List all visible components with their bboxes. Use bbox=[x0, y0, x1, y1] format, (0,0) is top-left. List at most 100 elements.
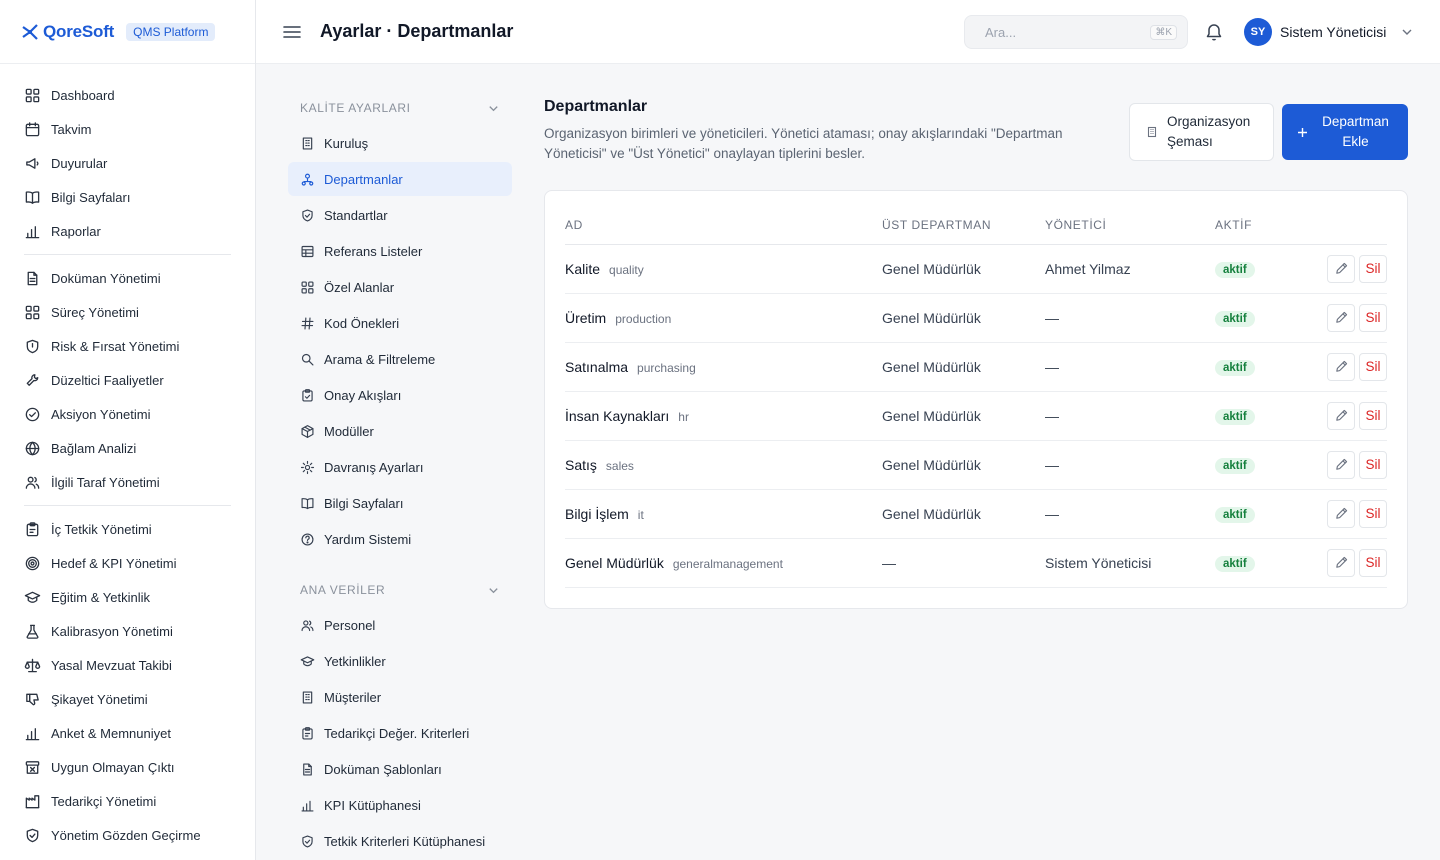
subnav-item-bilgi-sayfalari[interactable]: Bilgi Sayfaları bbox=[288, 486, 512, 520]
table-row[interactable]: Satış sales Genel Müdürlük — aktif Sil bbox=[565, 440, 1387, 490]
cell-parent: Genel Müdürlük bbox=[882, 489, 1045, 539]
sidebar-item-anket-memnuniyet[interactable]: Anket & Memnuniyet bbox=[0, 716, 255, 750]
sidebar-item-yonetim-gozden-gecirme[interactable]: Yönetim Gözden Geçirme bbox=[0, 818, 255, 852]
subnav-item-kod-onekleri[interactable]: Kod Önekleri bbox=[288, 306, 512, 340]
cell-actions: Sil bbox=[1307, 244, 1387, 294]
subnav-item-tetkik-kriterleri-kutuphanesi[interactable]: Tetkik Kriterleri Kütüphanesi bbox=[288, 824, 512, 858]
table-row[interactable]: Genel Müdürlük generalmanagement — Sistem Y… bbox=[565, 538, 1387, 588]
department-name[interactable]: Satınalma bbox=[565, 359, 628, 375]
subnav-item-referans-listeler[interactable]: Referans Listeler bbox=[288, 234, 512, 268]
subnav-item-onay-akislari[interactable]: Onay Akışları bbox=[288, 378, 512, 412]
column-header-parent[interactable]: ÜST DEPARTMAN bbox=[882, 207, 1045, 245]
department-name[interactable]: Bilgi İşlem bbox=[565, 506, 629, 522]
bell-icon[interactable] bbox=[1204, 22, 1224, 42]
sidebar-item-bilgi-sayfalari[interactable]: Bilgi Sayfaları bbox=[0, 180, 255, 214]
sidebar-item-aksiyon-yonetimi[interactable]: Aksiyon Yönetimi bbox=[0, 397, 255, 431]
sidebar-item-duzeltici-faaliyetler[interactable]: Düzeltici Faaliyetler bbox=[0, 363, 255, 397]
table-row[interactable]: İnsan Kaynakları hr Genel Müdürlük — aktif Si… bbox=[565, 391, 1387, 441]
department-name[interactable]: İnsan Kaynakları bbox=[565, 408, 669, 424]
delete-button[interactable]: Sil bbox=[1359, 499, 1387, 528]
document-icon bbox=[24, 270, 41, 287]
clipboard-check-icon bbox=[300, 388, 315, 403]
subnav-item-yardim-sistemi[interactable]: Yardım Sistemi bbox=[288, 522, 512, 556]
status-badge: aktif bbox=[1215, 408, 1255, 425]
subnav-item-dokuman-sablonlari[interactable]: Doküman Şablonları bbox=[288, 752, 512, 786]
subnav-item-moduller[interactable]: Modüller bbox=[288, 414, 512, 448]
delete-button[interactable]: Sil bbox=[1359, 254, 1387, 283]
org-chart-button-label: Organizasyon Şeması bbox=[1167, 114, 1251, 149]
cell-active: aktif bbox=[1215, 538, 1307, 588]
pencil-icon bbox=[1334, 310, 1349, 325]
subnav-item-yetkinlikler[interactable]: Yetkinlikler bbox=[288, 644, 512, 678]
search-input[interactable] bbox=[985, 24, 1135, 40]
delete-button[interactable]: Sil bbox=[1359, 450, 1387, 479]
delete-button[interactable]: Sil bbox=[1359, 303, 1387, 332]
subnav-item-ozel-alanlar[interactable]: Özel Alanlar bbox=[288, 270, 512, 304]
cell-manager: Ahmet Yilmaz bbox=[1045, 244, 1215, 294]
sidebar-item-yasal-mevzuat-takibi[interactable]: Yasal Mevzuat Takibi bbox=[0, 648, 255, 682]
table-row[interactable]: Üretim production Genel Müdürlük — aktif Sil bbox=[565, 293, 1387, 343]
sidebar-item-uygun-olmayan-cikti[interactable]: Uygun Olmayan Çıktı bbox=[0, 750, 255, 784]
add-department-button[interactable]: Departman Ekle bbox=[1282, 104, 1408, 160]
brand-logo[interactable]: QoreSoft bbox=[20, 22, 114, 42]
delete-button[interactable]: Sil bbox=[1359, 401, 1387, 430]
sidebar-item-duyurular[interactable]: Duyurular bbox=[0, 146, 255, 180]
subnav-item-departmanlar[interactable]: Departmanlar bbox=[288, 162, 512, 196]
table-row[interactable]: Bilgi İşlem it Genel Müdürlük — aktif Sil bbox=[565, 489, 1387, 539]
sidebar-item-dokuman-yonetimi[interactable]: Doküman Yönetimi bbox=[0, 261, 255, 295]
edit-button[interactable] bbox=[1327, 450, 1355, 479]
subnav-section-kalite-ayarlari[interactable]: KALİTE AYARLARI bbox=[288, 90, 512, 126]
sidebar-item-surec-yonetimi[interactable]: Süreç Yönetimi bbox=[0, 295, 255, 329]
menu-toggle-icon[interactable] bbox=[282, 22, 302, 42]
sidebar-item-egitim-yetkinlik[interactable]: Eğitim & Yetkinlik bbox=[0, 580, 255, 614]
sidebar-item-hedef-kpi-yonetimi[interactable]: Hedef & KPI Yönetimi bbox=[0, 546, 255, 580]
subnav-item-kpi-kutuphanesi[interactable]: KPI Kütüphanesi bbox=[288, 788, 512, 822]
sidebar-item-label: Raporlar bbox=[51, 223, 101, 239]
subnav-section-ana-veriler[interactable]: ANA VERİLER bbox=[288, 572, 512, 608]
subnav-item-kurulus[interactable]: Kuruluş bbox=[288, 126, 512, 160]
check-circle-icon bbox=[24, 406, 41, 423]
edit-button[interactable] bbox=[1327, 352, 1355, 381]
department-name[interactable]: Genel Müdürlük bbox=[565, 555, 664, 571]
department-name[interactable]: Üretim bbox=[565, 310, 606, 326]
department-name[interactable]: Satış bbox=[565, 457, 597, 473]
edit-button[interactable] bbox=[1327, 303, 1355, 332]
edit-button[interactable] bbox=[1327, 499, 1355, 528]
sidebar-item-label: Duyurular bbox=[51, 155, 108, 171]
sidebar-item-ilgili-taraf-yonetimi[interactable]: İlgili Taraf Yönetimi bbox=[0, 465, 255, 499]
cell-name: Genel Müdürlük generalmanagement bbox=[565, 538, 882, 588]
cell-name: İnsan Kaynakları hr bbox=[565, 391, 882, 441]
delete-button[interactable]: Sil bbox=[1359, 352, 1387, 381]
sidebar-item-tedarikci-yonetimi[interactable]: Tedarikçi Yönetimi bbox=[0, 784, 255, 818]
org-chart-button[interactable]: Organizasyon Şeması bbox=[1129, 103, 1274, 161]
edit-button[interactable] bbox=[1327, 254, 1355, 283]
subnav-item-davranis-ayarlari[interactable]: Davranış Ayarları bbox=[288, 450, 512, 484]
search-shortcut-hint: ⌘K bbox=[1150, 24, 1177, 40]
sidebar-item-kalibrasyon-yonetimi[interactable]: Kalibrasyon Yönetimi bbox=[0, 614, 255, 648]
subnav-item-arama-filtreleme[interactable]: Arama & Filtreleme bbox=[288, 342, 512, 376]
sidebar-item-sikayet-yonetimi[interactable]: Şikayet Yönetimi bbox=[0, 682, 255, 716]
subnav-item-personel[interactable]: Personel bbox=[288, 608, 512, 642]
column-header-name[interactable]: AD bbox=[565, 207, 882, 245]
sidebar-item-raporlar[interactable]: Raporlar bbox=[0, 214, 255, 248]
subnav-item-tedarikci-deger-kriterleri[interactable]: Tedarikçi Değer. Kriterleri bbox=[288, 716, 512, 750]
user-menu[interactable]: SY Sistem Yöneticisi bbox=[1244, 18, 1414, 46]
column-header-active[interactable]: AKTİF bbox=[1215, 207, 1307, 245]
chevron-down-icon bbox=[487, 102, 500, 115]
table-row[interactable]: Kalite quality Genel Müdürlük Ahmet Yilmaz a… bbox=[565, 244, 1387, 294]
sidebar-item-label: Hedef & KPI Yönetimi bbox=[51, 555, 177, 571]
delete-button[interactable]: Sil bbox=[1359, 548, 1387, 577]
subnav-item-musteriler[interactable]: Müşteriler bbox=[288, 680, 512, 714]
sidebar-item-dashboard[interactable]: Dashboard bbox=[0, 78, 255, 112]
subnav-item-standartlar[interactable]: Standartlar bbox=[288, 198, 512, 232]
search-box[interactable]: ⌘K bbox=[964, 15, 1188, 49]
edit-button[interactable] bbox=[1327, 548, 1355, 577]
sidebar-item-baglam-analizi[interactable]: Bağlam Analizi bbox=[0, 431, 255, 465]
sidebar-item-risk-firsat-yonetimi[interactable]: Risk & Fırsat Yönetimi bbox=[0, 329, 255, 363]
sidebar-item-takvim[interactable]: Takvim bbox=[0, 112, 255, 146]
edit-button[interactable] bbox=[1327, 401, 1355, 430]
table-row[interactable]: Satınalma purchasing Genel Müdürlük — aktif S… bbox=[565, 342, 1387, 392]
sidebar-item-ic-tetkik-yonetimi[interactable]: İç Tetkik Yönetimi bbox=[0, 512, 255, 546]
department-name[interactable]: Kalite bbox=[565, 261, 600, 277]
column-header-manager[interactable]: YÖNETİCİ bbox=[1045, 207, 1215, 245]
